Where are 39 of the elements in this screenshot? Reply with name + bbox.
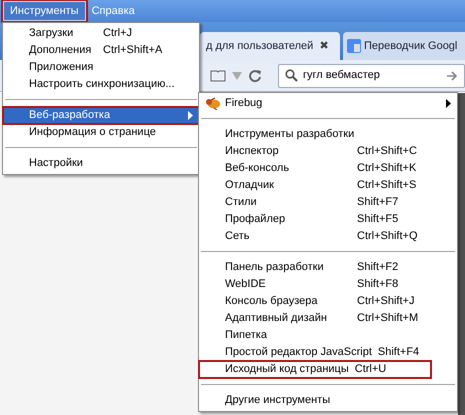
menu-item[interactable]: Загрузки Ctrl+J [3, 25, 199, 42]
reader-icon[interactable] [210, 70, 226, 82]
menu-item[interactable]: WebIDE Shift+F8 [199, 276, 457, 293]
menu-bar-item[interactable]: Инструменты [3, 1, 86, 21]
go-arrow-icon[interactable] [447, 70, 458, 80]
menu-item[interactable]: Веб-консоль Ctrl+Shift+K [199, 160, 457, 177]
submenu-arrow-icon [446, 99, 451, 108]
menu-item[interactable]: Простой редактор JavaScript Shift+F4 [199, 344, 457, 361]
menu-item[interactable]: Настройки [3, 155, 199, 172]
menu-item[interactable]: Другие инструменты [199, 392, 457, 409]
menu-item[interactable]: Информация о странице [3, 124, 199, 141]
menu-item[interactable]: Панель разработки Shift+F2 [199, 259, 457, 276]
menu-item[interactable]: Дополнения Ctrl+Shift+A [3, 42, 199, 59]
tab-title: д для пользователей [206, 38, 314, 54]
bug-icon [205, 97, 221, 110]
menu-item[interactable]: Стили Shift+F7 [199, 194, 457, 211]
menu-item[interactable]: Исходный код страницы Ctrl+U [199, 361, 431, 378]
tab-title: Переводчик Googl [364, 38, 458, 54]
browser-tab[interactable]: д для пользователей ✖ [200, 32, 340, 60]
submenu-arrow-icon [188, 111, 193, 120]
search-icon [285, 69, 298, 82]
menu-item[interactable]: Инспектор Ctrl+Shift+C [199, 143, 457, 160]
menu-item[interactable]: Firebug [199, 95, 457, 112]
browser-tab[interactable]: Переводчик Googl [343, 32, 465, 60]
menu-item[interactable]: Отладчик Ctrl+Shift+S [199, 177, 457, 194]
menu-item[interactable]: Профайлер Shift+F5 [199, 211, 457, 228]
menu-item[interactable]: Приложения [3, 59, 199, 76]
translate-icon [347, 39, 361, 53]
close-icon[interactable]: ✖ [319, 38, 328, 54]
menu-item[interactable]: Консоль браузера Ctrl+Shift+J [199, 293, 457, 310]
menu-item[interactable]: Сеть Ctrl+Shift+Q [199, 228, 457, 245]
menu-item[interactable]: Адаптивный дизайн Ctrl+Shift+M [199, 310, 457, 327]
search-value: гугл вебмастер [303, 68, 381, 84]
reload-icon[interactable] [248, 68, 262, 82]
menu-item[interactable]: Настроить синхронизацию... [3, 76, 199, 93]
search-field[interactable]: гугл вебмастер [278, 64, 465, 88]
menu-item[interactable]: Пипетка [199, 327, 457, 344]
menu-item[interactable]: Веб-разработка [3, 107, 199, 124]
menu-item[interactable]: Инструменты разработки [199, 126, 457, 143]
